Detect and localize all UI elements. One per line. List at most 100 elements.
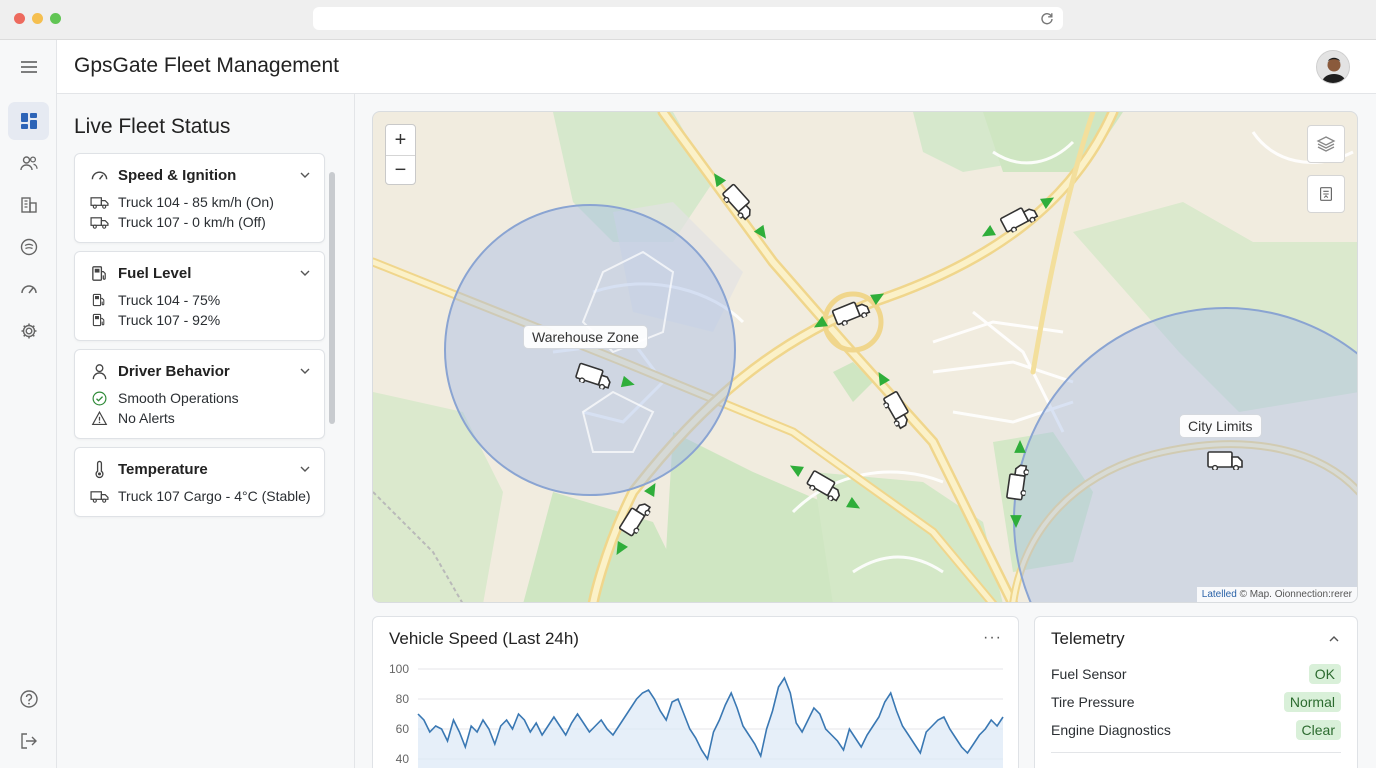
nav-rail bbox=[0, 40, 57, 768]
card-title: Fuel Level bbox=[118, 264, 192, 282]
card-title: Speed & Ignition bbox=[118, 166, 237, 184]
attribution-text: © Map. Oionnection:rerer bbox=[1239, 589, 1352, 600]
layers-button[interactable] bbox=[1307, 125, 1345, 163]
y-tick-label: 80 bbox=[396, 692, 410, 706]
telemetry-label: Tire Pressure bbox=[1051, 694, 1135, 710]
fleet-map[interactable]: Warehouse Zone City Limits + − Latelled … bbox=[372, 111, 1358, 603]
nav-settings[interactable] bbox=[8, 312, 49, 350]
speed-chart: 100 80 60 40 bbox=[389, 662, 1004, 768]
app-title: GpsGate Fleet Management bbox=[74, 54, 339, 77]
dashboard-icon bbox=[20, 113, 37, 129]
chevron-down-icon[interactable] bbox=[298, 266, 312, 280]
card-header[interactable]: Temperature bbox=[89, 458, 312, 480]
status-badge: Normal bbox=[1283, 692, 1341, 712]
card-row: Truck 107 Cargo - 4°C (Stable) bbox=[89, 486, 316, 506]
warning-icon bbox=[91, 410, 107, 425]
fuel-icon bbox=[92, 293, 105, 307]
telemetry-row: Tire Pressure Normal bbox=[1051, 691, 1341, 713]
vehicle-speed-card: Vehicle Speed (Last 24h) ··· 100 80 60 40 bbox=[372, 616, 1019, 768]
card-header[interactable]: Driver Behavior bbox=[89, 360, 312, 382]
browser-chrome bbox=[0, 0, 1376, 40]
buildings-icon bbox=[20, 197, 37, 213]
telemetry-label: Engine Diagnostics bbox=[1051, 722, 1171, 738]
report-button[interactable] bbox=[1307, 175, 1345, 213]
chevron-down-icon[interactable] bbox=[298, 462, 312, 476]
card-title: Driver Behavior bbox=[118, 362, 230, 380]
speedometer-icon bbox=[91, 171, 107, 180]
zoom-in-button[interactable]: + bbox=[386, 125, 415, 155]
layers-icon bbox=[1316, 136, 1336, 152]
window-minimize-button[interactable] bbox=[32, 13, 43, 24]
hamburger-icon bbox=[20, 61, 37, 73]
address-bar[interactable] bbox=[313, 7, 1063, 30]
divider bbox=[1051, 752, 1341, 753]
warehouse-zone[interactable] bbox=[444, 204, 736, 496]
app-root: GpsGate Fleet Management Live Fleet Stat… bbox=[0, 40, 1376, 768]
window-maximize-button[interactable] bbox=[50, 13, 61, 24]
card-header[interactable]: Speed & Ignition bbox=[89, 164, 312, 186]
card-title: Temperature bbox=[118, 460, 208, 478]
city-limits-label[interactable]: City Limits bbox=[1179, 414, 1262, 438]
telemetry-title: Telemetry bbox=[1051, 629, 1125, 648]
top-bar: GpsGate Fleet Management bbox=[57, 40, 1376, 94]
chevron-down-icon[interactable] bbox=[298, 364, 312, 378]
city-limits-zone[interactable] bbox=[1013, 307, 1358, 603]
row-text: Truck 107 Cargo - 4°C (Stable) bbox=[118, 488, 311, 504]
attribution-link[interactable]: Latelled bbox=[1202, 589, 1237, 600]
reload-icon[interactable] bbox=[1039, 10, 1055, 26]
zoom-out-button[interactable]: − bbox=[386, 155, 415, 185]
warehouse-zone-label[interactable]: Warehouse Zone bbox=[523, 325, 648, 349]
check-circle-icon bbox=[92, 391, 106, 405]
menu-button[interactable] bbox=[8, 48, 49, 86]
nav-dashboard[interactable] bbox=[8, 102, 49, 140]
tracking-icon bbox=[20, 238, 37, 256]
truck-marker[interactable] bbox=[879, 390, 915, 431]
avatar-image bbox=[1317, 51, 1349, 83]
fuel-icon bbox=[91, 265, 106, 281]
telemetry-row: Engine Diagnostics Clear bbox=[1051, 719, 1341, 741]
card-header[interactable]: Fuel Level bbox=[89, 262, 312, 284]
nav-tracking[interactable] bbox=[8, 228, 49, 266]
zoom-control: + − bbox=[385, 124, 416, 185]
status-badge: OK bbox=[1308, 664, 1341, 684]
speedometer-icon bbox=[20, 285, 37, 294]
thermometer-icon bbox=[94, 460, 104, 478]
nav-assets[interactable] bbox=[8, 186, 49, 224]
telemetry-row: Fuel Sensor OK bbox=[1051, 663, 1341, 685]
nav-speed[interactable] bbox=[8, 270, 49, 308]
card-fuel-level[interactable]: Fuel Level Truck 104 - 75% Truck 107 - 9… bbox=[74, 251, 325, 341]
row-text: Truck 107 - 92% bbox=[118, 312, 221, 328]
card-row: Truck 104 - 75% bbox=[89, 290, 316, 310]
speed-area bbox=[418, 678, 1003, 768]
map-canvas[interactable] bbox=[373, 112, 1358, 603]
card-speed-ignition[interactable]: Speed & Ignition Truck 104 - 85 km/h (On… bbox=[74, 153, 325, 243]
window-close-button[interactable] bbox=[14, 13, 25, 24]
card-driver-behavior[interactable]: Driver Behavior Smooth Operations No Ale… bbox=[74, 349, 325, 439]
map-attribution: Latelled © Map. Oionnection:rerer bbox=[1196, 587, 1357, 602]
status-badge: Clear bbox=[1295, 720, 1341, 740]
nav-users[interactable] bbox=[8, 144, 49, 182]
y-tick-label: 40 bbox=[396, 752, 410, 766]
fleet-status-panel: Live Fleet Status Speed & Ignition Truck… bbox=[57, 94, 355, 768]
chevron-down-icon[interactable] bbox=[298, 168, 312, 182]
direction-arrow bbox=[787, 460, 804, 477]
fuel-icon bbox=[92, 313, 105, 327]
card-row: Smooth Operations bbox=[89, 388, 316, 408]
users-icon bbox=[19, 156, 38, 171]
y-tick-label: 100 bbox=[389, 662, 409, 676]
row-text: Truck 104 - 75% bbox=[118, 292, 221, 308]
panel-title: Live Fleet Status bbox=[74, 115, 231, 138]
row-text: Truck 104 - 85 km/h (On) bbox=[118, 194, 274, 210]
report-icon bbox=[1320, 187, 1332, 201]
card-temperature[interactable]: Temperature Truck 107 Cargo - 4°C (Stabl… bbox=[74, 447, 325, 517]
panel-scrollbar[interactable] bbox=[329, 172, 335, 424]
nav-logout[interactable] bbox=[8, 722, 49, 760]
row-text: Truck 107 - 0 km/h (Off) bbox=[118, 214, 266, 230]
telemetry-label: Fuel Sensor bbox=[1051, 666, 1127, 682]
y-tick-label: 60 bbox=[396, 722, 410, 736]
user-avatar[interactable] bbox=[1316, 50, 1350, 84]
nav-help[interactable] bbox=[8, 680, 49, 718]
chevron-up-icon[interactable] bbox=[1327, 632, 1341, 646]
card-row: Truck 104 - 85 km/h (On) bbox=[89, 192, 316, 212]
truck-icon bbox=[89, 216, 109, 229]
